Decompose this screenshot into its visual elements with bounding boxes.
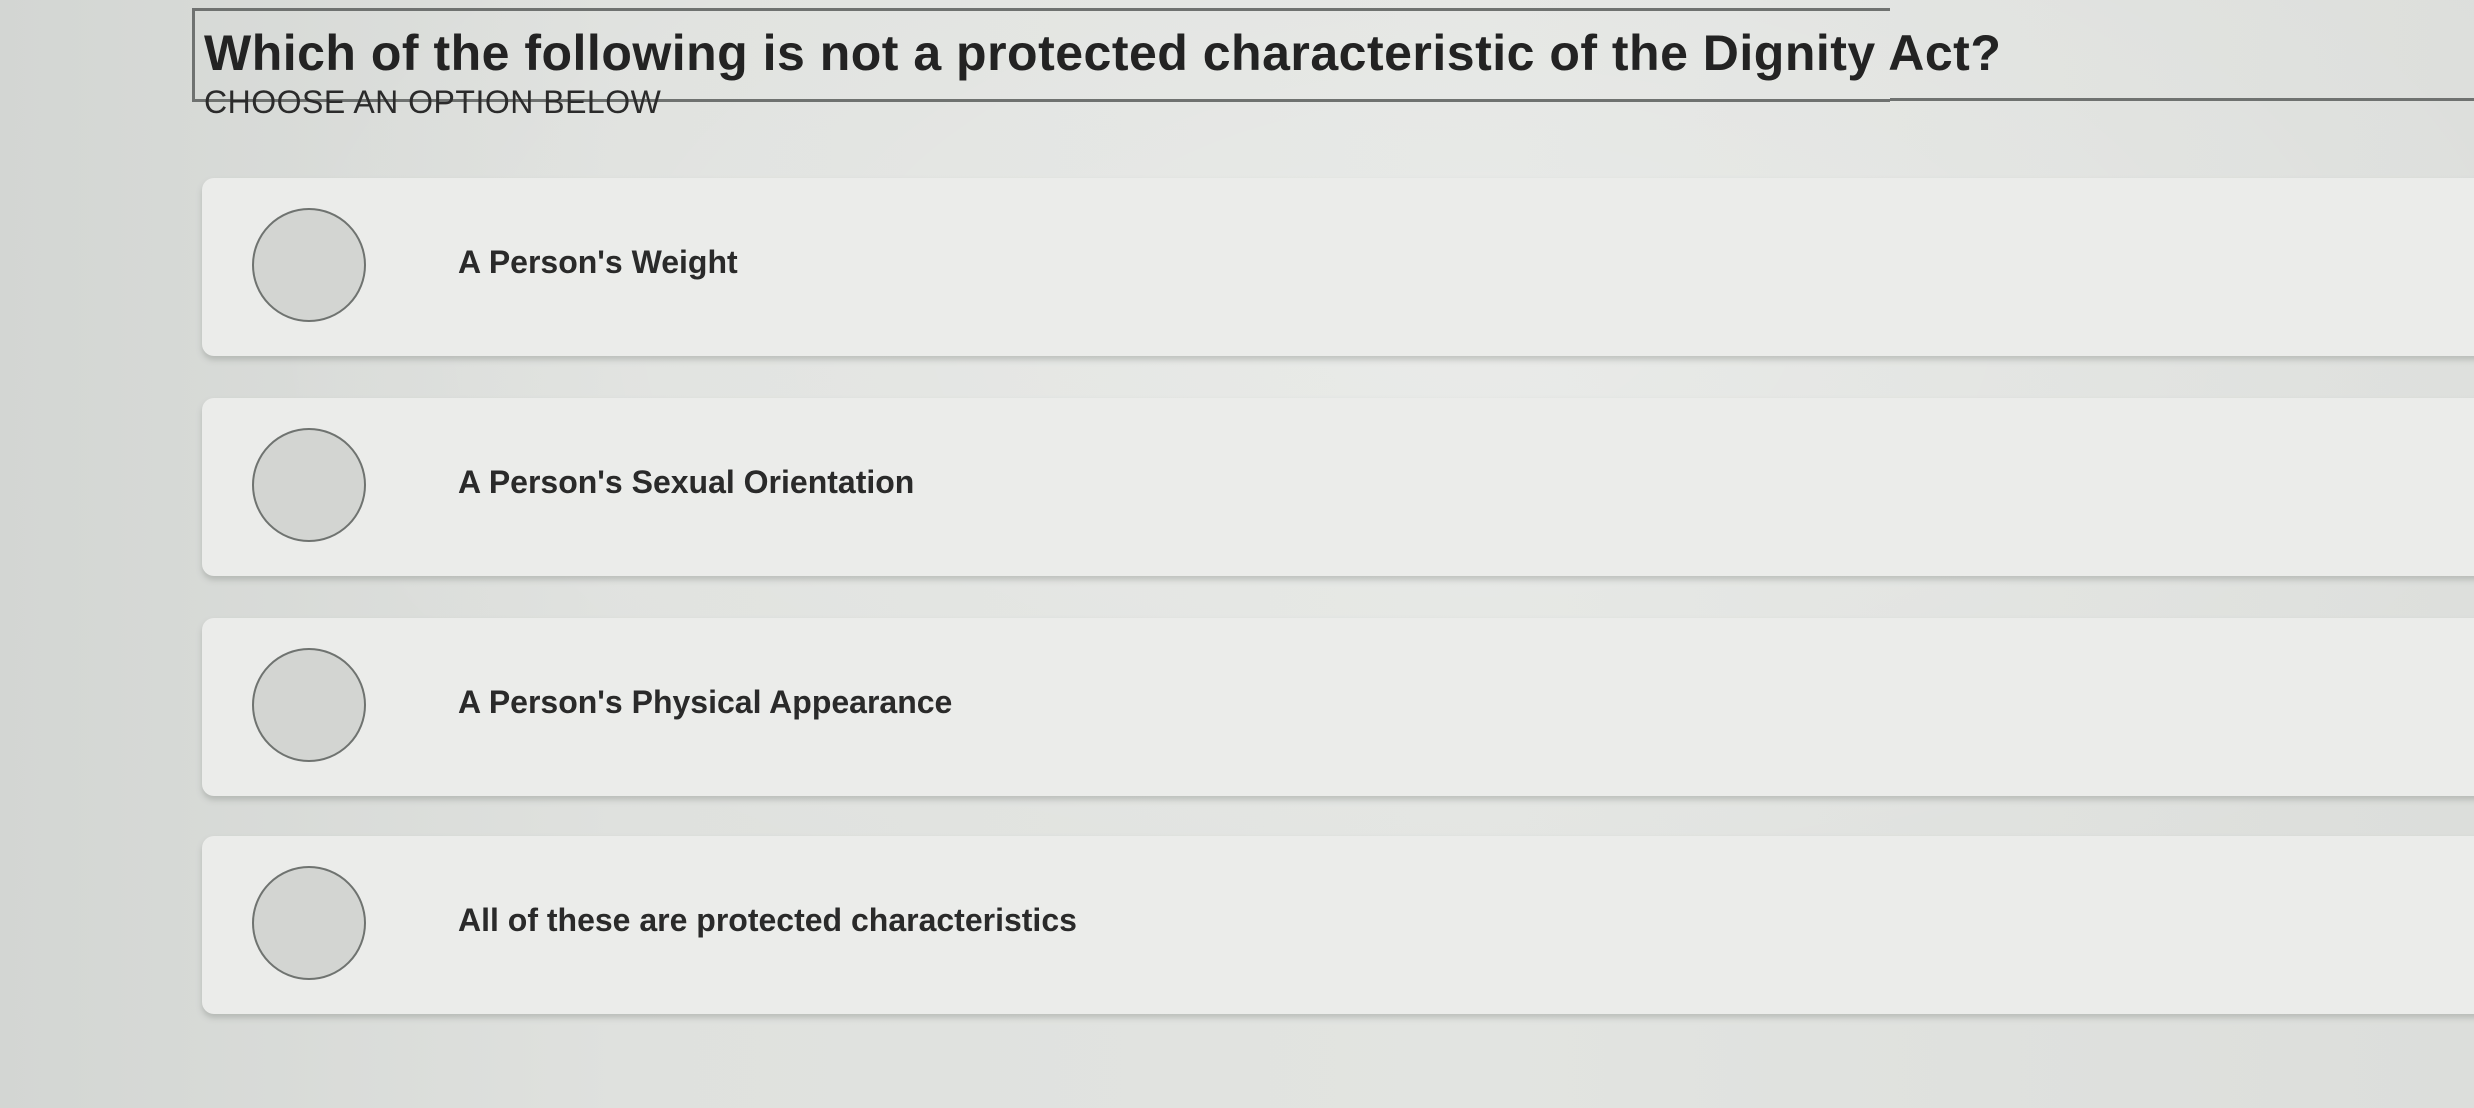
radio-button[interactable]	[252, 866, 366, 980]
option-sexual-orientation[interactable]: A Person's Sexual Orientation	[202, 398, 2474, 576]
option-label: A Person's Physical Appearance	[458, 684, 953, 720]
radio-button[interactable]	[252, 428, 366, 542]
question-divider	[1890, 98, 2474, 101]
radio-button[interactable]	[252, 208, 366, 322]
question-text: Which of the following is not a protecte…	[204, 25, 2002, 81]
option-label: A Person's Weight	[458, 244, 738, 280]
option-all-protected[interactable]: All of these are protected characteristi…	[202, 836, 2474, 1014]
option-weight[interactable]: A Person's Weight	[202, 178, 2474, 356]
radio-button[interactable]	[252, 648, 366, 762]
instruction-text: CHOOSE AN OPTION BELOW	[204, 84, 662, 120]
quiz-screen: Which of the following is not a protecte…	[0, 0, 2474, 1108]
option-label: A Person's Sexual Orientation	[458, 464, 915, 500]
option-physical-appearance[interactable]: A Person's Physical Appearance	[202, 618, 2474, 796]
option-label: All of these are protected characteristi…	[458, 902, 1077, 938]
